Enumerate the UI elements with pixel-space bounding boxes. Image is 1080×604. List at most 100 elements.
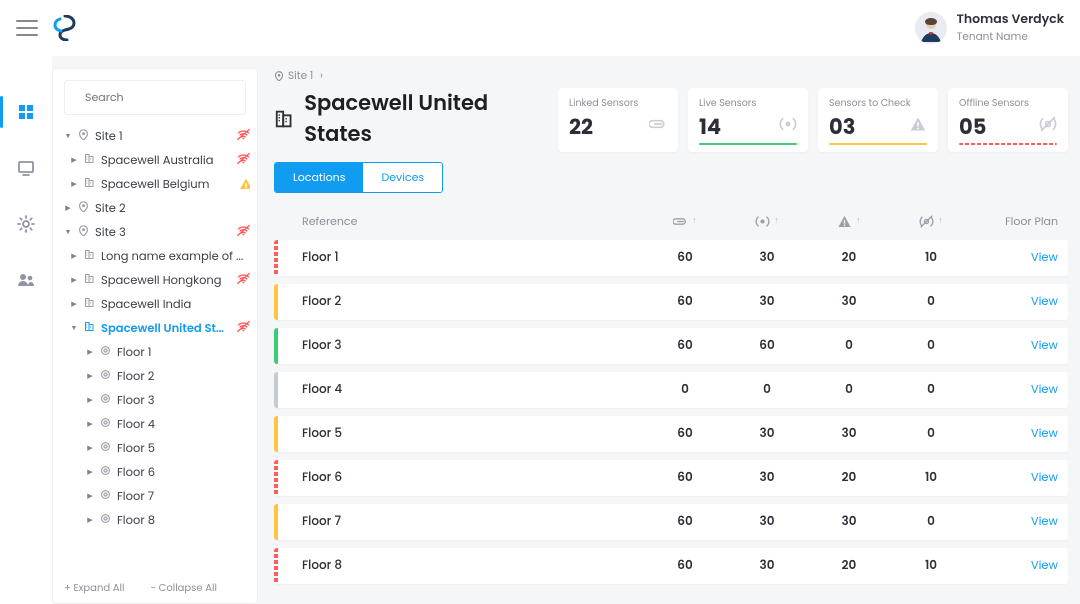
caret-icon[interactable]: ▶ [86,420,94,430]
search-box[interactable] [64,80,246,115]
view-link[interactable]: View [1031,338,1058,354]
tree-building[interactable]: ▶Spacewell Belgium [52,173,258,197]
expand-all[interactable]: + Expand All [64,580,124,596]
pin-icon [78,129,89,146]
cell-live: 30 [726,469,808,487]
table-row[interactable]: Floor 3 60 60 0 0 View [274,328,1068,364]
caret-icon[interactable]: ▶ [86,492,94,502]
tree-floor[interactable]: ▶Floor 3 [52,389,258,413]
tabs: Locations Devices [274,162,443,193]
cell-reference: Floor 3 [278,337,644,355]
stat-card-link[interactable]: Linked Sensors 22 [558,88,678,152]
card-label: Sensors to Check [829,97,927,111]
cell-reference: Floor 6 [278,469,644,487]
view-link[interactable]: View [1031,294,1058,310]
card-value: 22 [569,112,593,143]
offline-icon [1039,115,1057,140]
pin-icon [274,71,284,81]
menu-toggle[interactable] [16,20,38,36]
cell-check: 20 [808,557,890,575]
view-link[interactable]: View [1031,426,1058,442]
nav-users[interactable] [6,266,46,294]
tenant-name: Tenant Name [957,29,1064,45]
stat-card-warn[interactable]: Sensors to Check 03 [818,88,938,152]
tree-site[interactable]: ▼Site 3 [52,221,258,245]
cell-floorplan: View [972,469,1058,487]
collapse-all[interactable]: - Collapse All [150,580,217,596]
view-link[interactable]: View [1031,514,1058,530]
caret-icon[interactable]: ▼ [70,324,78,334]
view-link[interactable]: View [1031,470,1058,486]
cell-reference: Floor 2 [278,293,644,311]
col-live[interactable]: ↑ [726,214,808,229]
cell-linked: 60 [644,513,726,531]
tab-locations[interactable]: Locations [275,163,363,192]
table-row[interactable]: Floor 2 60 30 30 0 View [274,284,1068,320]
user-menu[interactable]: Thomas Verdyck Tenant Name [915,11,1064,45]
caret-icon[interactable]: ▶ [86,516,94,526]
tree-floor[interactable]: ▶Floor 2 [52,365,258,389]
tree-building[interactable]: ▶Spacewell Hongkong [52,269,258,293]
logo[interactable] [52,15,78,41]
caret-icon[interactable]: ▶ [86,468,94,478]
caret-icon[interactable]: ▶ [64,204,72,214]
caret-icon[interactable]: ▶ [70,156,78,166]
tree-building[interactable]: ▼Spacewell United States [52,317,258,341]
caret-icon[interactable]: ▼ [64,228,72,238]
tree-floor[interactable]: ▶Floor 1 [52,341,258,365]
status-icon [237,176,250,195]
search-input[interactable] [83,88,299,107]
caret-icon[interactable]: ▶ [86,348,94,358]
caret-icon[interactable]: ▶ [86,444,94,454]
stat-card-live[interactable]: Live Sensors 14 [688,88,808,152]
table-row[interactable]: Floor 8 60 30 20 10 View [274,548,1068,584]
tree-floor[interactable]: ▶Floor 8 [52,509,258,533]
nav-settings[interactable] [6,210,46,238]
caret-icon[interactable]: ▶ [86,372,94,382]
view-link[interactable]: View [1031,382,1058,398]
caret-icon[interactable]: ▶ [70,276,78,286]
col-offline[interactable]: ↑ [890,214,972,229]
avatar [915,12,947,44]
nav-devices[interactable] [6,154,46,182]
cell-offline: 10 [890,557,972,575]
col-check[interactable]: ↑ [808,214,890,229]
building-icon [84,321,95,338]
table-row[interactable]: Floor 4 0 0 0 0 View [274,372,1068,408]
tree-site[interactable]: ▶Site 2 [52,197,258,221]
caret-icon[interactable]: ▶ [70,180,78,190]
cell-reference: Floor 8 [278,557,644,575]
stat-card-offline[interactable]: Offline Sensors 05 [948,88,1068,152]
tree-building[interactable]: ▶Spacewell India [52,293,258,317]
table-row[interactable]: Floor 7 60 30 30 0 View [274,504,1068,540]
tree-building[interactable]: ▶Long name example of ... [52,245,258,269]
cell-offline: 10 [890,249,972,267]
cell-floorplan: View [972,293,1058,311]
caret-icon[interactable]: ▶ [86,396,94,406]
col-linked[interactable]: ↑ [644,214,726,229]
tree-floor[interactable]: ▶Floor 5 [52,437,258,461]
caret-icon[interactable]: ▼ [64,132,72,142]
card-value: 14 [699,112,721,143]
caret-icon[interactable]: ▶ [70,252,78,262]
cell-live: 60 [726,337,808,355]
table-row[interactable]: Floor 6 60 30 20 10 View [274,460,1068,496]
table-row[interactable]: Floor 5 60 30 30 0 View [274,416,1068,452]
view-link[interactable]: View [1031,558,1058,574]
caret-icon[interactable]: ▶ [70,300,78,310]
table-row[interactable]: Floor 1 60 30 20 10 View [274,240,1068,276]
breadcrumb[interactable]: Site 1 › [274,68,1068,84]
tree-site[interactable]: ▼Site 1 [52,125,258,149]
tree-floor[interactable]: ▶Floor 7 [52,485,258,509]
building-icon [84,249,95,266]
tree-floor[interactable]: ▶Floor 6 [52,461,258,485]
tree-floor[interactable]: ▶Floor 4 [52,413,258,437]
nav-dashboard[interactable] [6,98,46,126]
pin-icon [78,225,89,242]
view-link[interactable]: View [1031,250,1058,266]
tab-devices[interactable]: Devices [363,163,442,192]
cell-reference: Floor 7 [278,513,644,531]
cell-reference: Floor 1 [278,249,644,267]
tree-building[interactable]: ▶Spacewell Australia [52,149,258,173]
col-reference[interactable]: Reference [302,213,644,230]
